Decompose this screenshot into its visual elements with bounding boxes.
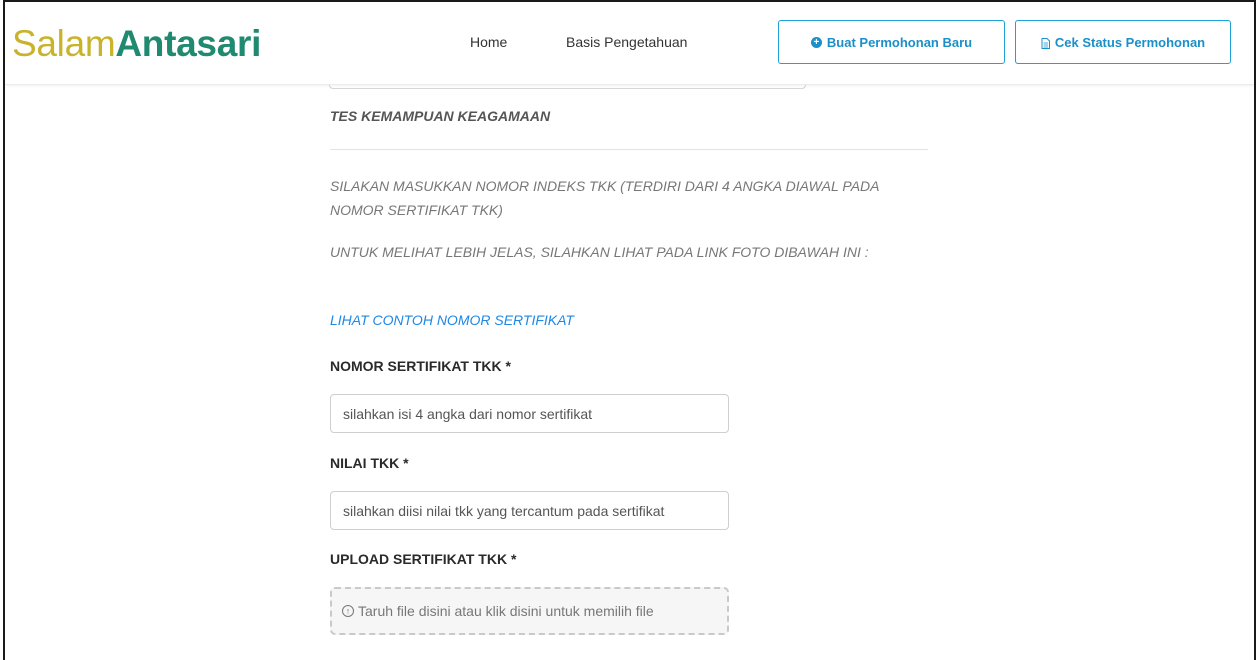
upload-hint-text: Taruh file disini atau klik disini untuk… xyxy=(358,603,654,619)
brand-logo[interactable]: SalamAntasari xyxy=(12,22,261,66)
buat-permohonan-baru-button[interactable]: + Buat Permohonan Baru xyxy=(778,20,1005,64)
nilai-tkk-input[interactable] xyxy=(330,491,729,530)
section-title: TES KEMAMPUAN KEAGAMAAN xyxy=(330,108,551,124)
upload-circle-icon: ↑ xyxy=(342,605,354,617)
top-navbar: SalamAntasari Home Basis Pengetahuan + B… xyxy=(5,2,1254,85)
brand-part-antasari: Antasari xyxy=(115,23,262,64)
plus-circle-icon: + xyxy=(810,36,822,48)
help-text-nomor-indeks: SILAKAN MASUKKAN NOMOR INDEKS TKK (TERDI… xyxy=(330,178,879,218)
window-frame-left xyxy=(3,0,5,660)
nilai-tkk-label: NILAI TKK * xyxy=(330,455,409,471)
nav-home-link[interactable]: Home xyxy=(470,32,507,52)
help-text-lihat-foto: UNTUK MELIHAT LEBIH JELAS, SILAHKAN LIHA… xyxy=(330,244,869,260)
section-divider xyxy=(330,149,928,150)
buat-permohonan-baru-label: Buat Permohonan Baru xyxy=(826,34,973,50)
upload-dropzone[interactable]: ↑ Taruh file disini atau klik disini unt… xyxy=(330,587,729,635)
nomor-sertifikat-input[interactable] xyxy=(330,394,729,433)
lihat-contoh-sertifikat-link[interactable]: LIHAT CONTOH NOMOR SERTIFIKAT xyxy=(330,312,574,328)
cek-status-permohonan-label: Cek Status Permohonan xyxy=(1054,34,1206,50)
upload-sertifikat-label: UPLOAD SERTIFIKAT TKK * xyxy=(330,551,517,567)
document-icon xyxy=(1041,37,1050,49)
brand-part-salam: Salam xyxy=(12,23,116,64)
nav-basis-pengetahuan-link[interactable]: Basis Pengetahuan xyxy=(566,32,687,52)
cek-status-permohonan-button[interactable]: Cek Status Permohonan xyxy=(1015,20,1231,64)
nomor-sertifikat-label: NOMOR SERTIFIKAT TKK * xyxy=(330,358,511,374)
